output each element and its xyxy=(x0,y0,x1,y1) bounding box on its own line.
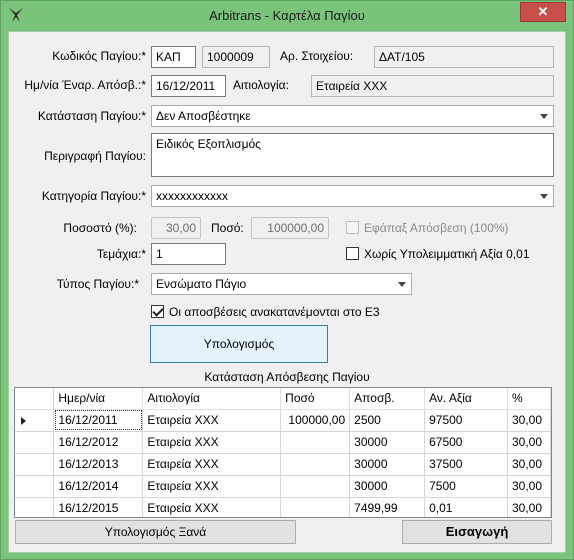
doc-no-field: ΔΑΤ/105 xyxy=(374,46,554,68)
table-row[interactable]: 16/12/2012 Εταιρεία ΧΧΧ 30000 67500 30,0… xyxy=(15,431,551,454)
cell-reason[interactable]: Εταιρεία ΧΧΧ xyxy=(142,475,282,498)
cell-reason[interactable]: Εταιρεία ΧΧΧ xyxy=(142,409,282,432)
column-header-date[interactable]: Ημερ/νία xyxy=(53,388,144,410)
chevron-down-icon xyxy=(398,282,406,287)
column-header-reason[interactable]: Αιτιολογία xyxy=(142,388,282,410)
type-label: Τύπος Παγίου:* xyxy=(56,277,139,291)
row-header[interactable] xyxy=(15,453,55,476)
category-label: Κατηγορία Παγίου:* xyxy=(41,189,146,203)
chevron-down-icon xyxy=(540,194,548,199)
cell-amount[interactable] xyxy=(280,497,351,517)
percent-label: Ποσοστό (%): xyxy=(63,221,137,235)
amount-label: Ποσό: xyxy=(211,221,244,235)
cell-amount[interactable] xyxy=(280,431,351,454)
e3-checkbox[interactable] xyxy=(151,305,164,318)
percent-input[interactable]: 30,00 xyxy=(151,217,201,239)
code-number-field: 1000009 xyxy=(202,46,270,68)
column-header-depreciation[interactable]: Αποσβ. xyxy=(349,388,426,410)
amount-input[interactable]: 100000,00 xyxy=(251,217,329,239)
cell-residual[interactable]: 97500 xyxy=(424,409,508,432)
cell-depreciation[interactable]: 2500 xyxy=(349,409,426,432)
close-icon: ✕ xyxy=(537,4,549,19)
description-textarea[interactable]: Ειδικός Εξοπλισμός xyxy=(151,133,554,177)
recalculate-button[interactable]: Υπολογισμός Ξανά xyxy=(15,520,296,544)
current-row-pointer-icon xyxy=(21,416,26,425)
type-selected-value: Ενσώματο Πάγιο xyxy=(156,277,247,291)
start-date-label: Ημ/νία Έναρ. Απόσβ.:* xyxy=(24,78,146,92)
table-row[interactable]: 16/12/2013 Εταιρεία ΧΧΧ 30000 37500 30,0… xyxy=(15,453,551,476)
title-bar[interactable]: Arbitrans - Καρτέλα Παγίου ✕ xyxy=(1,1,573,31)
one-off-label: Εφάπαξ Απόσβεση (100%) xyxy=(364,221,509,235)
doc-no-label: Αρ. Στοιχείου: xyxy=(280,49,354,63)
status-label: Κατάσταση Παγίου:* xyxy=(37,109,146,123)
table-row[interactable]: 16/12/2015 Εταιρεία ΧΧΧ 7499,99 0,01 30,… xyxy=(15,497,551,517)
cell-reason[interactable]: Εταιρεία ΧΧΧ xyxy=(142,453,282,476)
cell-residual[interactable]: 67500 xyxy=(424,431,508,454)
cell-percent[interactable]: 30,00 xyxy=(507,453,551,476)
cell-date[interactable]: 16/12/2015 xyxy=(53,497,144,517)
cell-reason[interactable]: Εταιρεία ΧΧΧ xyxy=(142,431,282,454)
row-header[interactable] xyxy=(15,475,55,498)
status-select[interactable]: Δεν Αποσβέστηκε xyxy=(151,105,554,127)
row-header[interactable] xyxy=(15,409,55,432)
cell-depreciation[interactable]: 30000 xyxy=(349,453,426,476)
type-select[interactable]: Ενσώματο Πάγιο xyxy=(151,273,412,295)
cell-depreciation[interactable]: 30000 xyxy=(349,475,426,498)
cell-date[interactable]: 16/12/2011 xyxy=(53,409,144,432)
code-prefix-input[interactable]: ΚΑΠ xyxy=(151,46,196,68)
reason-field: Εταιρεία ΧΧΧ xyxy=(311,75,554,97)
cell-amount[interactable]: 100000,00 xyxy=(280,409,351,432)
chevron-down-icon xyxy=(540,114,548,119)
column-header-amount[interactable]: Ποσό xyxy=(280,388,351,410)
app-window: Arbitrans - Καρτέλα Παγίου ✕ Κωδικός Παγ… xyxy=(0,0,574,560)
cell-residual[interactable]: 37500 xyxy=(424,453,508,476)
no-residual-label: Χωρίς Υπολειμματική Αξία 0,01 xyxy=(364,247,530,261)
one-off-checkbox[interactable] xyxy=(346,221,359,234)
cell-percent[interactable]: 30,00 xyxy=(507,409,551,432)
cell-residual[interactable]: 7500 xyxy=(424,475,508,498)
column-header-residual[interactable]: Αν. Αξία xyxy=(424,388,508,410)
cell-percent[interactable]: 30,00 xyxy=(507,475,551,498)
no-residual-checkbox[interactable] xyxy=(346,247,359,260)
code-label: Κωδικός Παγίου:* xyxy=(52,49,146,63)
pieces-label: Τεμάχια:* xyxy=(96,247,146,261)
window-title: Arbitrans - Καρτέλα Παγίου xyxy=(209,8,365,23)
table-header-row: Ημερ/νία Αιτιολογία Ποσό Αποσβ. Αν. Αξία… xyxy=(15,388,551,410)
row-header-corner xyxy=(15,388,55,410)
cell-percent[interactable]: 30,00 xyxy=(507,497,551,517)
e3-label: Οι αποσβέσεις ανακατανέμονται στο Ε3 xyxy=(169,305,380,319)
description-label: Περιγραφή Παγίου: xyxy=(44,149,146,163)
cell-percent[interactable]: 30,00 xyxy=(507,431,551,454)
cell-date[interactable]: 16/12/2013 xyxy=(53,453,144,476)
close-button[interactable]: ✕ xyxy=(520,2,566,22)
table-row[interactable]: 16/12/2014 Εταιρεία ΧΧΧ 30000 7500 30,00 xyxy=(15,475,551,498)
cell-depreciation[interactable]: 30000 xyxy=(349,431,426,454)
cell-depreciation[interactable]: 7499,99 xyxy=(349,497,426,517)
cell-date[interactable]: 16/12/2012 xyxy=(53,431,144,454)
category-selected-value: xxxxxxxxxxxx xyxy=(156,189,228,203)
cell-amount[interactable] xyxy=(280,453,351,476)
cell-residual[interactable]: 0,01 xyxy=(424,497,508,517)
status-selected-value: Δεν Αποσβέστηκε xyxy=(156,109,251,123)
insert-button[interactable]: Εισαγωγή xyxy=(402,520,552,544)
form-area: Κωδικός Παγίου:* ΚΑΠ 1000009 Αρ. Στοιχεί… xyxy=(8,31,566,553)
table-row[interactable]: 16/12/2011 Εταιρεία ΧΧΧ 100000,00 2500 9… xyxy=(15,409,551,432)
cell-reason[interactable]: Εταιρεία ΧΧΧ xyxy=(142,497,282,517)
row-header[interactable] xyxy=(15,497,55,517)
schedule-title: Κατάσταση Απόσβεσης Παγίου xyxy=(204,370,370,384)
category-select[interactable]: xxxxxxxxxxxx xyxy=(151,185,554,207)
start-date-input[interactable]: 16/12/2011 xyxy=(151,75,226,97)
row-header[interactable] xyxy=(15,431,55,454)
pieces-input[interactable]: 1 xyxy=(151,243,226,265)
cell-amount[interactable] xyxy=(280,475,351,498)
column-header-percent[interactable]: % xyxy=(507,388,551,410)
reason-label: Αιτιολογία: xyxy=(233,78,289,92)
cell-date[interactable]: 16/12/2014 xyxy=(53,475,144,498)
depreciation-table[interactable]: Ημερ/νία Αιτιολογία Ποσό Αποσβ. Αν. Αξία… xyxy=(14,387,552,518)
calculate-button[interactable]: Υπολογισμός xyxy=(150,325,328,363)
